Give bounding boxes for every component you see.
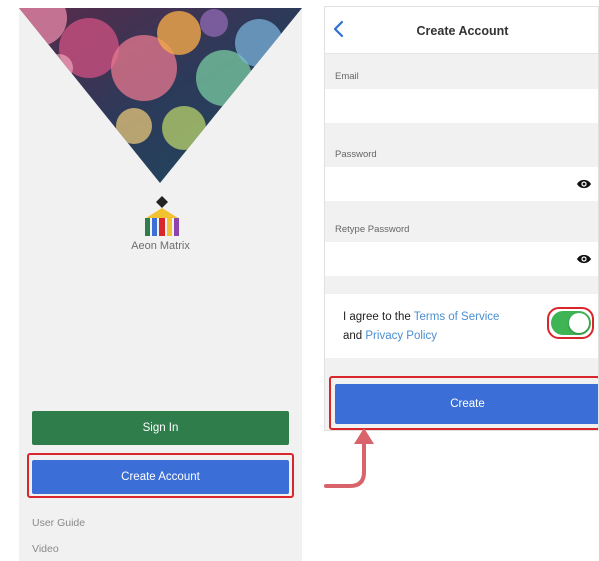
brand-name: Aeon Matrix bbox=[131, 240, 190, 252]
password-field[interactable] bbox=[325, 167, 598, 201]
create-account-screen: Create Account Email Password Retype Pas… bbox=[324, 6, 599, 431]
eye-icon[interactable] bbox=[576, 253, 592, 265]
curved-arrow-icon bbox=[324, 428, 374, 488]
terms-agreement: I agree to the Terms of Service and Priv… bbox=[325, 294, 598, 358]
password-label: Password bbox=[335, 149, 377, 160]
aeon-matrix-logo bbox=[145, 196, 179, 236]
agreement-prefix: I agree to the bbox=[343, 311, 414, 323]
retype-password-field[interactable] bbox=[325, 242, 598, 276]
retype-password-label: Retype Password bbox=[335, 224, 410, 235]
toggle-knob bbox=[569, 313, 589, 333]
welcome-screen: Aeon Matrix Sign In Create Account User … bbox=[19, 8, 302, 561]
page-title: Create Account bbox=[416, 24, 509, 38]
agreement-text: I agree to the Terms of Service and Priv… bbox=[343, 308, 553, 346]
email-label: Email bbox=[335, 71, 359, 82]
agree-toggle[interactable] bbox=[551, 311, 591, 335]
hero-bokeh-image bbox=[19, 8, 302, 183]
create-account-button[interactable]: Create Account bbox=[32, 460, 289, 494]
privacy-policy-link[interactable]: Privacy Policy bbox=[365, 330, 437, 342]
sign-in-button[interactable]: Sign In bbox=[32, 411, 289, 445]
user-guide-link[interactable]: User Guide bbox=[32, 517, 85, 529]
video-link[interactable]: Video bbox=[32, 543, 59, 555]
create-button[interactable]: Create bbox=[335, 384, 598, 424]
nav-bar: Create Account bbox=[325, 7, 598, 54]
agreement-middle: and bbox=[343, 330, 366, 342]
terms-of-service-link[interactable]: Terms of Service bbox=[414, 311, 500, 323]
email-field[interactable] bbox=[325, 89, 598, 123]
eye-icon[interactable] bbox=[576, 178, 592, 190]
